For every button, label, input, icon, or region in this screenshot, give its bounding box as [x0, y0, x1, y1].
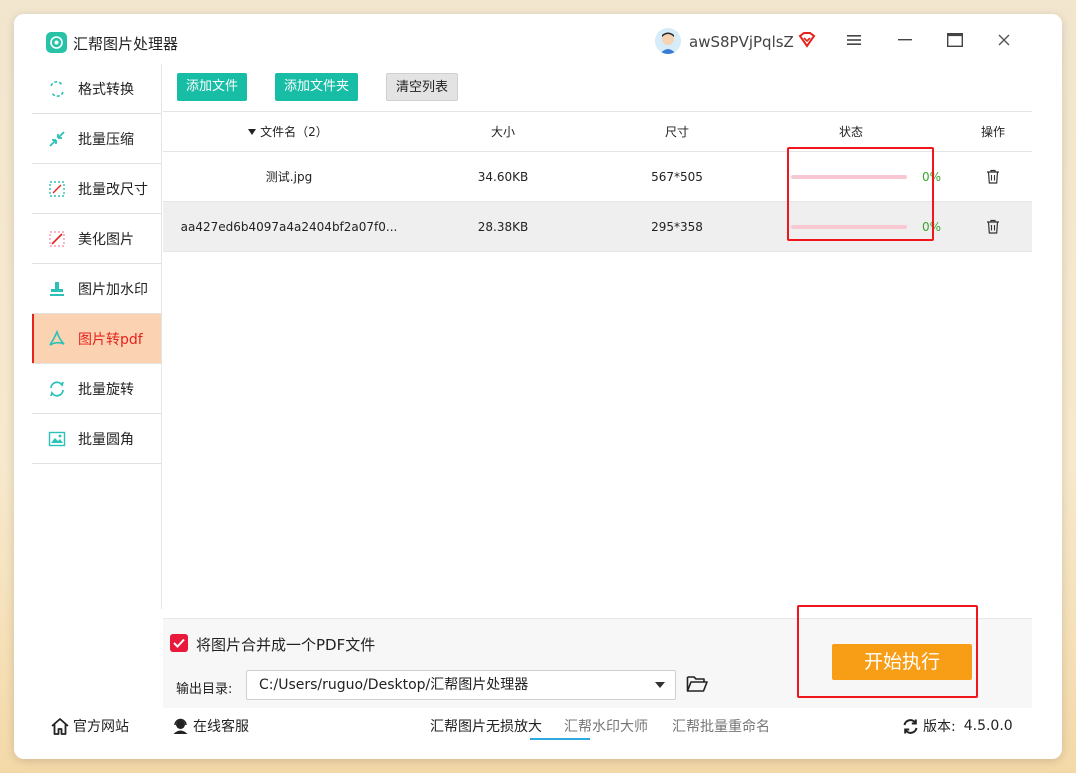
- beautify-icon: [48, 230, 66, 248]
- compress-icon: [48, 130, 66, 148]
- sidebar-item-label: 图片转pdf: [78, 331, 143, 348]
- round-corner-icon: [48, 430, 66, 448]
- column-header-name[interactable]: 文件名（2）: [163, 112, 413, 151]
- sidebar-item-label: 图片加水印: [78, 281, 148, 298]
- sidebar-item-watermark[interactable]: 图片加水印: [32, 264, 161, 314]
- sidebar-item-label: 批量旋转: [78, 381, 134, 398]
- sidebar-item-resize[interactable]: 批量改尺寸: [32, 164, 161, 214]
- sidebar-item-format-convert[interactable]: 格式转换: [32, 64, 161, 114]
- column-header-actions: 操作: [980, 125, 1005, 139]
- close-icon[interactable]: [992, 28, 1016, 52]
- sidebar-item-label: 美化图片: [78, 231, 134, 248]
- tab-watermark-master[interactable]: 汇帮水印大师: [564, 716, 648, 736]
- official-website-link[interactable]: 官方网站: [51, 716, 129, 736]
- chevron-down-icon: [655, 682, 665, 688]
- file-status: 0%: [791, 202, 951, 251]
- column-header-size: 大小: [490, 125, 515, 139]
- sidebar-item-rotate[interactable]: 批量旋转: [32, 364, 161, 414]
- watermark-icon: [48, 280, 66, 298]
- sidebar-item-image-to-pdf[interactable]: 图片转pdf: [32, 314, 161, 364]
- vip-diamond-icon[interactable]: [797, 30, 817, 50]
- delete-icon[interactable]: [953, 202, 1033, 251]
- start-button[interactable]: 开始执行: [832, 644, 972, 680]
- sidebar-item-compress[interactable]: 批量压缩: [32, 114, 161, 164]
- file-table: 文件名（2） 大小 尺寸 状态 操作 测试.jpg 34.60KB 567*50…: [163, 111, 1032, 252]
- clear-list-button[interactable]: 清空列表: [386, 73, 459, 101]
- table-row[interactable]: aa427ed6b4097a4a2404bf2a07f0... 28.38KB …: [163, 202, 1032, 252]
- file-dimensions: 567*505: [651, 169, 703, 184]
- table-row[interactable]: 测试.jpg 34.60KB 567*505 0%: [163, 152, 1032, 202]
- username[interactable]: awS8PVjPqlsZ: [689, 33, 794, 51]
- app-title: 汇帮图片处理器: [73, 35, 179, 53]
- resize-icon: [48, 180, 66, 198]
- delete-icon[interactable]: [953, 152, 1033, 201]
- file-name: 测试.jpg: [265, 170, 313, 184]
- table-header: 文件名（2） 大小 尺寸 状态 操作: [163, 111, 1032, 152]
- sidebar: 格式转换 批量压缩 批量改尺寸 美化图片 图片加水印 图片转pdf 批量旋转 批…: [32, 64, 162, 609]
- avatar[interactable]: [655, 28, 681, 54]
- footer: 官方网站 在线客服 汇帮图片无损放大 汇帮水印大师 汇帮批量重命名 版本: 4.…: [14, 709, 1062, 740]
- pdf-icon: [48, 329, 66, 348]
- title-bar: 汇帮图片处理器 awS8PVjPqlsZ: [14, 14, 1062, 64]
- merge-pdf-label[interactable]: 将图片合并成一个PDF文件: [196, 634, 375, 655]
- sort-caret-icon: [248, 128, 257, 135]
- app-window: 汇帮图片处理器 awS8PVjPqlsZ 格式转换 批量压缩 批量改尺寸 美化图…: [14, 14, 1062, 759]
- online-support-link[interactable]: 在线客服: [172, 716, 249, 736]
- sidebar-item-beautify[interactable]: 美化图片: [32, 214, 161, 264]
- progress-bar: [791, 224, 907, 229]
- version-info[interactable]: 版本: 4.5.0.0: [902, 716, 1013, 736]
- support-agent-icon: [172, 718, 189, 735]
- menu-icon[interactable]: [842, 28, 866, 52]
- column-header-status: 状态: [838, 125, 863, 139]
- home-icon: [51, 717, 69, 735]
- add-file-button[interactable]: 添加文件: [177, 73, 248, 101]
- format-convert-icon: [48, 80, 66, 98]
- app-logo-icon: [46, 32, 67, 53]
- progress-percent: 0%: [922, 219, 942, 234]
- output-dir-value: C:/Users/ruguo/Desktop/汇帮图片处理器: [259, 677, 529, 693]
- sidebar-item-round-corner[interactable]: 批量圆角: [32, 414, 161, 464]
- tab-batch-rename[interactable]: 汇帮批量重命名: [672, 716, 770, 736]
- folder-open-icon[interactable]: [686, 675, 708, 693]
- progress-percent: 0%: [922, 169, 942, 184]
- file-status: 0%: [791, 152, 951, 201]
- add-folder-button[interactable]: 添加文件夹: [275, 73, 359, 101]
- rotate-icon: [48, 380, 66, 398]
- sidebar-item-label: 批量圆角: [78, 431, 134, 448]
- refresh-icon: [902, 718, 919, 735]
- file-size: 34.60KB: [477, 169, 529, 184]
- merge-pdf-checkbox[interactable]: [170, 634, 188, 652]
- output-dir-label: 输出目录:: [176, 682, 233, 697]
- active-tab-indicator: [530, 738, 590, 740]
- sidebar-item-label: 格式转换: [78, 81, 134, 98]
- sidebar-item-label: 批量改尺寸: [78, 181, 148, 198]
- minimize-icon[interactable]: [893, 28, 917, 52]
- file-size: 28.38KB: [477, 219, 529, 234]
- progress-bar: [791, 174, 907, 179]
- column-header-dimensions: 尺寸: [664, 125, 689, 139]
- file-dimensions: 295*358: [651, 219, 703, 234]
- sidebar-item-label: 批量压缩: [78, 131, 134, 148]
- output-dir-select[interactable]: C:/Users/ruguo/Desktop/汇帮图片处理器: [246, 670, 676, 700]
- maximize-icon[interactable]: [943, 28, 967, 52]
- tab-lossless-upscale[interactable]: 汇帮图片无损放大: [430, 716, 542, 736]
- file-name: aa427ed6b4097a4a2404bf2a07f0...: [180, 219, 398, 234]
